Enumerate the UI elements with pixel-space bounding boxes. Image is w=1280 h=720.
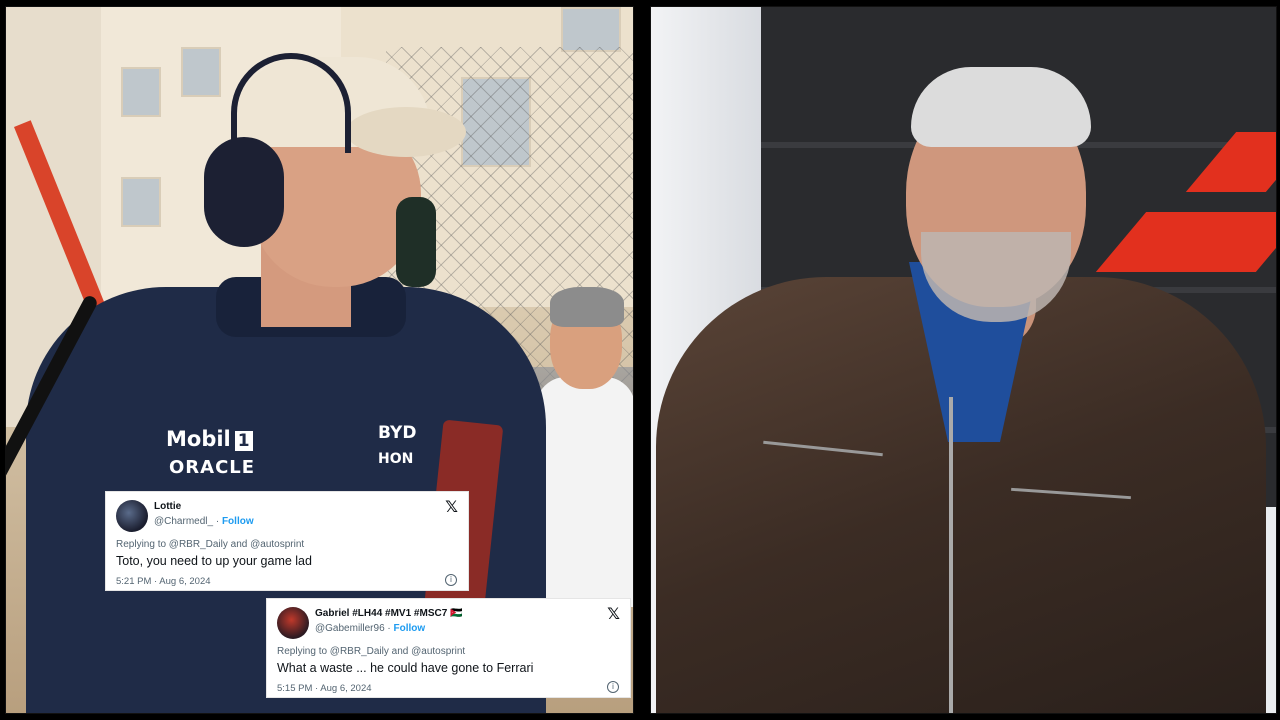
mobil-logo: Mobil 1 (166, 427, 253, 451)
tweet-handle[interactable]: @Charmedl_ (154, 516, 213, 527)
white-shirt (536, 377, 633, 607)
tweet-author-name[interactable]: Lottie (154, 501, 181, 512)
grey-hair (911, 67, 1091, 147)
headset-mic (396, 197, 436, 287)
tweet-card[interactable]: Gabriel #LH44 #MV1 #MSC7 🇯🇴 @Gabemiller9… (266, 598, 631, 698)
byd-logo: BYD (378, 423, 417, 443)
tweet-handle-row: @Gabemiller96 · Follow (315, 623, 426, 634)
info-icon[interactable]: i (445, 574, 457, 586)
tweet-text: Toto, you need to up your game lad (116, 554, 312, 568)
oracle-logo: ORACLE (169, 457, 256, 478)
jacket-zip (949, 397, 953, 713)
avatar[interactable] (277, 607, 309, 639)
tweet-timestamp[interactable]: 5:21 PM · Aug 6, 2024 (116, 576, 211, 587)
honda-logo: HON (378, 451, 414, 467)
tweet-handle[interactable]: @Gabemiller96 (315, 623, 385, 634)
hair (550, 287, 624, 327)
tweet-handle-row: @Charmedl_ · Follow (154, 516, 254, 527)
cap-brim (346, 107, 466, 157)
reply-context: Replying to @RBR_Daily and @autosprint (277, 646, 466, 657)
follow-button[interactable]: Follow (394, 623, 426, 634)
tweet-text: What a waste ... he could have gone to F… (277, 661, 534, 675)
reply-context: Replying to @RBR_Daily and @autosprint (116, 539, 305, 550)
tweet-card[interactable]: Lottie @Charmedl_ · Follow 𝕏 Replying to… (105, 491, 469, 591)
x-logo-icon[interactable]: 𝕏 (607, 604, 620, 623)
follow-button[interactable]: Follow (222, 516, 254, 527)
window (561, 7, 621, 52)
tweet-author-name[interactable]: Gabriel #LH44 #MV1 #MSC7 🇯🇴 (315, 608, 463, 619)
tweet-timestamp[interactable]: 5:15 PM · Aug 6, 2024 (277, 683, 372, 694)
info-icon[interactable]: i (607, 681, 619, 693)
x-logo-icon[interactable]: 𝕏 (445, 497, 458, 516)
man-figure (651, 37, 1276, 713)
headset-earcup (204, 137, 284, 247)
avatar[interactable] (116, 500, 148, 532)
background-man (536, 277, 633, 607)
right-photo (650, 6, 1277, 714)
